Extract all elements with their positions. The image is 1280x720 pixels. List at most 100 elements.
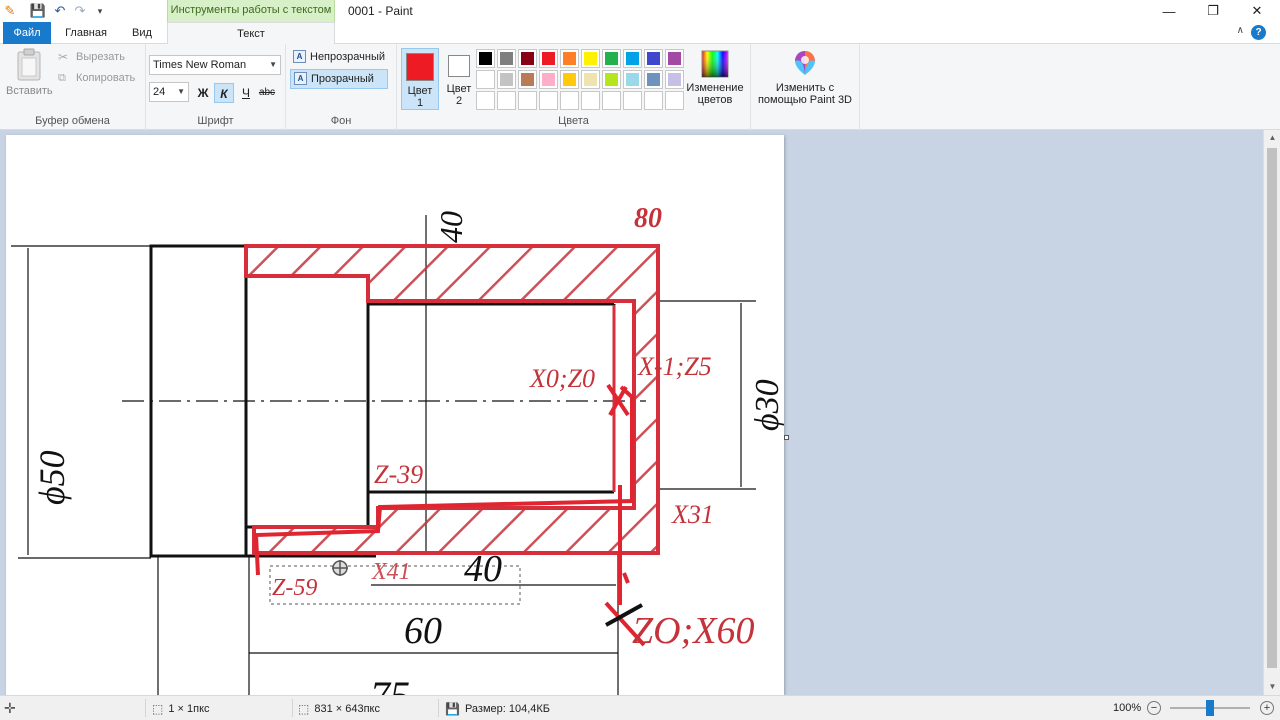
palette-color-fill [479,52,492,65]
scroll-thumb[interactable] [1267,148,1277,668]
palette-color-swatch[interactable] [665,70,684,89]
move-cursor-icon [332,560,348,576]
opaque-button[interactable]: A Непрозрачный [290,48,388,68]
font-family-select[interactable]: Times New Roman ▼ [149,55,281,75]
close-button[interactable]: ✕ [1234,0,1280,22]
dim-40-bottom: 40 [464,548,502,590]
transparent-button[interactable]: A Прозрачный [290,69,388,89]
image-size-area: ⬚ 831 × 643пкс [298,702,380,716]
color-wheel-icon [701,50,729,78]
palette-custom-slot[interactable] [476,91,495,110]
redo-icon[interactable]: ↷ [72,3,88,19]
palette-color-swatch[interactable] [665,49,684,68]
scroll-up-icon[interactable]: ▲ [1264,130,1280,146]
palette-custom-slot[interactable] [581,91,600,110]
italic-button[interactable]: К [214,83,234,103]
zoom-level: 100% [1113,702,1142,714]
move-icon: ✛ [4,700,16,716]
drawing-canvas[interactable]: 40 80 ϕ30 ϕ50 X0;Z0 X-1;Z5 Z-39 X31 X41 … [6,135,784,695]
color2-label: Цвет [446,83,472,95]
customize-quick-access-icon[interactable]: ▾ [92,3,108,19]
palette-color-swatch[interactable] [560,70,579,89]
palette-color-fill [647,52,660,65]
paint-app-icon[interactable]: ✎ [2,3,18,19]
work-area: 40 80 ϕ30 ϕ50 X0;Z0 X-1;Z5 Z-39 X31 X41 … [0,130,1280,695]
vertical-scrollbar[interactable]: ▲ ▼ [1263,130,1280,695]
collapse-ribbon-icon[interactable]: ∧ [1237,25,1244,36]
palette-custom-slot[interactable] [560,91,579,110]
label-z59[interactable]: Z-59 [272,575,317,601]
palette-custom-slot[interactable] [665,91,684,110]
palette-color-fill [542,52,555,65]
image-size: 831 × 643пкс [314,703,380,715]
opaque-label: Непрозрачный [310,51,386,63]
paste-button[interactable]: Вставить [6,48,53,97]
palette-color-swatch[interactable] [623,49,642,68]
palette-color-swatch[interactable] [581,49,600,68]
save-icon[interactable]: 💾 [30,3,46,19]
palette-color-swatch[interactable] [560,49,579,68]
palette-color-swatch[interactable] [602,70,621,89]
cursor-position-area: ✛ [4,700,21,717]
copy-icon: ⧉ [58,72,66,84]
palette-color-swatch[interactable] [602,49,621,68]
palette-custom-slot[interactable] [644,91,663,110]
zoom-out-button[interactable]: − [1147,701,1161,715]
help-icon[interactable]: ? [1251,25,1266,40]
edit-with-paint3d-button[interactable]: Изменить с помощью Paint 3D [755,48,855,106]
status-bar: ✛ ⬚ 1 × 1пкс ⬚ 831 × 643пкс 💾 Размер: 10… [0,695,1280,720]
zoom-level-area: 100% [1113,702,1141,714]
palette-color-swatch[interactable] [539,70,558,89]
palette-color-swatch[interactable] [539,49,558,68]
bold-button[interactable]: Ж [193,83,213,103]
minimize-button[interactable]: — [1146,0,1192,22]
cut-button[interactable]: ✂ Вырезать [56,48,125,66]
undo-icon[interactable]: ↶ [52,3,68,19]
palette-custom-slot[interactable] [497,91,516,110]
font-size-value: 24 [153,86,166,98]
palette-custom-slot[interactable] [539,91,558,110]
font-family-value: Times New Roman [153,59,247,71]
strikethrough-button[interactable]: abc [257,83,277,103]
palette-color-swatch[interactable] [476,70,495,89]
palette-color-swatch[interactable] [518,49,537,68]
font-size-select[interactable]: 24 ▼ [149,82,189,102]
underline-button[interactable]: Ч [236,83,256,103]
dim-40-top: 40 [433,211,469,243]
color2-button[interactable]: Цвет 2 [440,48,478,110]
tab-text[interactable]: Текст [167,22,335,45]
zoom-slider-thumb[interactable] [1206,700,1214,716]
selection-size: 1 × 1пкс [168,703,210,715]
dim-60: 60 [404,610,442,652]
palette-color-swatch[interactable] [581,70,600,89]
label-x1z5: X-1;Z5 [637,352,712,381]
scroll-down-icon[interactable]: ▼ [1264,679,1280,695]
edit-colors-button[interactable]: Изменение цветов [684,48,746,106]
palette-custom-slot[interactable] [518,91,537,110]
canvas-resize-handle[interactable] [784,435,789,440]
palette-color-swatch[interactable] [518,70,537,89]
palette-color-fill [500,52,513,65]
tab-file[interactable]: Файл [3,22,51,44]
copy-button[interactable]: ⧉ Копировать [56,69,135,87]
label-z39: Z-39 [374,460,423,489]
tab-view[interactable]: Вид [121,22,163,44]
zoom-in-button[interactable]: + [1260,701,1274,715]
palette-color-fill [521,73,534,86]
restore-button[interactable]: ❐ [1190,0,1236,22]
transparent-icon: A [294,72,307,85]
palette-color-fill [605,73,618,86]
palette-color-swatch[interactable] [644,49,663,68]
palette-custom-slot[interactable] [623,91,642,110]
tab-home[interactable]: Главная [56,22,116,44]
label-x41: X41 [371,559,411,585]
palette-color-swatch[interactable] [476,49,495,68]
color2-swatch [448,55,470,77]
palette-color-swatch[interactable] [623,70,642,89]
palette-custom-slot[interactable] [602,91,621,110]
palette-color-swatch[interactable] [644,70,663,89]
paint3d-group: Изменить с помощью Paint 3D [751,44,860,130]
palette-color-swatch[interactable] [497,70,516,89]
palette-color-swatch[interactable] [497,49,516,68]
color1-button[interactable]: Цвет 1 [401,48,439,110]
